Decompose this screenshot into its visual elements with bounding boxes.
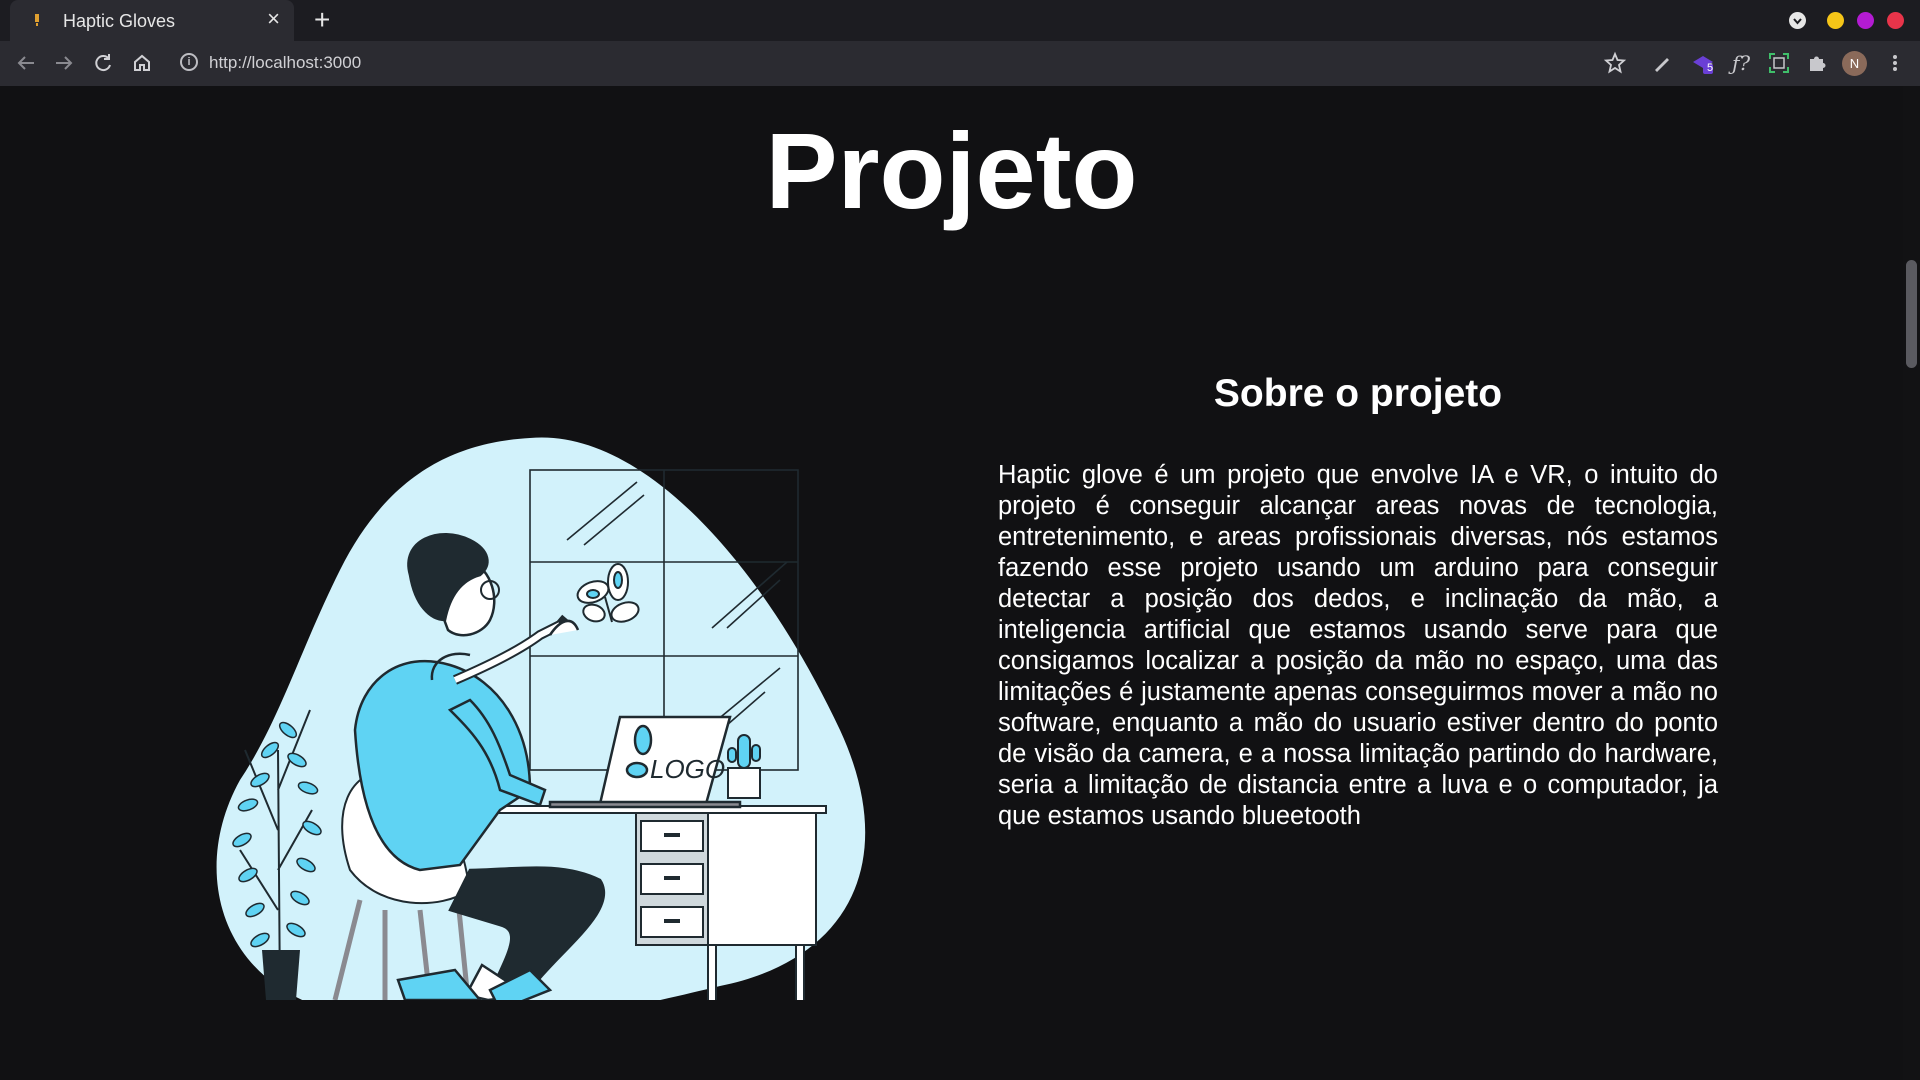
- favicon-icon: [35, 14, 39, 26]
- back-icon[interactable]: [12, 49, 40, 77]
- extension-icon[interactable]: 5: [1690, 50, 1716, 76]
- formula-icon[interactable]: ƒ?: [1728, 50, 1754, 76]
- section-text: Haptic glove é um projeto que envolve IA…: [998, 461, 1718, 830]
- puzzle-icon[interactable]: [1804, 50, 1830, 76]
- tab-haptic-gloves[interactable]: Haptic Gloves ×: [10, 0, 294, 41]
- address-bar[interactable]: http://localhost:3000: [209, 53, 361, 73]
- tab-bar: Haptic Gloves × +: [0, 0, 1920, 41]
- new-tab-button[interactable]: +: [314, 6, 330, 34]
- menu-icon[interactable]: [1882, 50, 1908, 76]
- chevron-down-icon: [1793, 18, 1802, 25]
- info-icon[interactable]: i: [180, 53, 198, 71]
- section-title: Sobre o projeto: [1213, 372, 1503, 415]
- pen-icon[interactable]: [1649, 50, 1675, 76]
- close-window-button[interactable]: [1887, 12, 1904, 29]
- window-menu-button[interactable]: [1789, 12, 1806, 29]
- tab-title: Haptic Gloves: [63, 11, 176, 31]
- page-title: Projeto: [765, 110, 1138, 231]
- avatar[interactable]: N: [1842, 51, 1867, 76]
- minimize-button[interactable]: [1827, 12, 1844, 29]
- tab-close-icon[interactable]: ×: [267, 8, 280, 30]
- scrollbar-thumb[interactable]: [1906, 260, 1917, 368]
- reload-icon[interactable]: [89, 49, 117, 77]
- page-content: Projeto LOGO Sobre o projeto Haptic glov…: [0, 86, 1903, 1080]
- project-illustration: LOGO: [216, 437, 866, 1000]
- scrollbar-track[interactable]: [1903, 86, 1920, 1080]
- maximize-button[interactable]: [1857, 12, 1874, 29]
- star-icon[interactable]: [1602, 50, 1628, 76]
- extension-badge: 5: [1707, 62, 1714, 74]
- capture-icon[interactable]: [1766, 50, 1792, 76]
- home-icon[interactable]: [128, 49, 156, 77]
- laptop-logo: LOGO: [650, 754, 725, 784]
- forward-icon[interactable]: [50, 49, 78, 77]
- browser-toolbar: i http://localhost:3000 5 ƒ? N: [0, 41, 1920, 86]
